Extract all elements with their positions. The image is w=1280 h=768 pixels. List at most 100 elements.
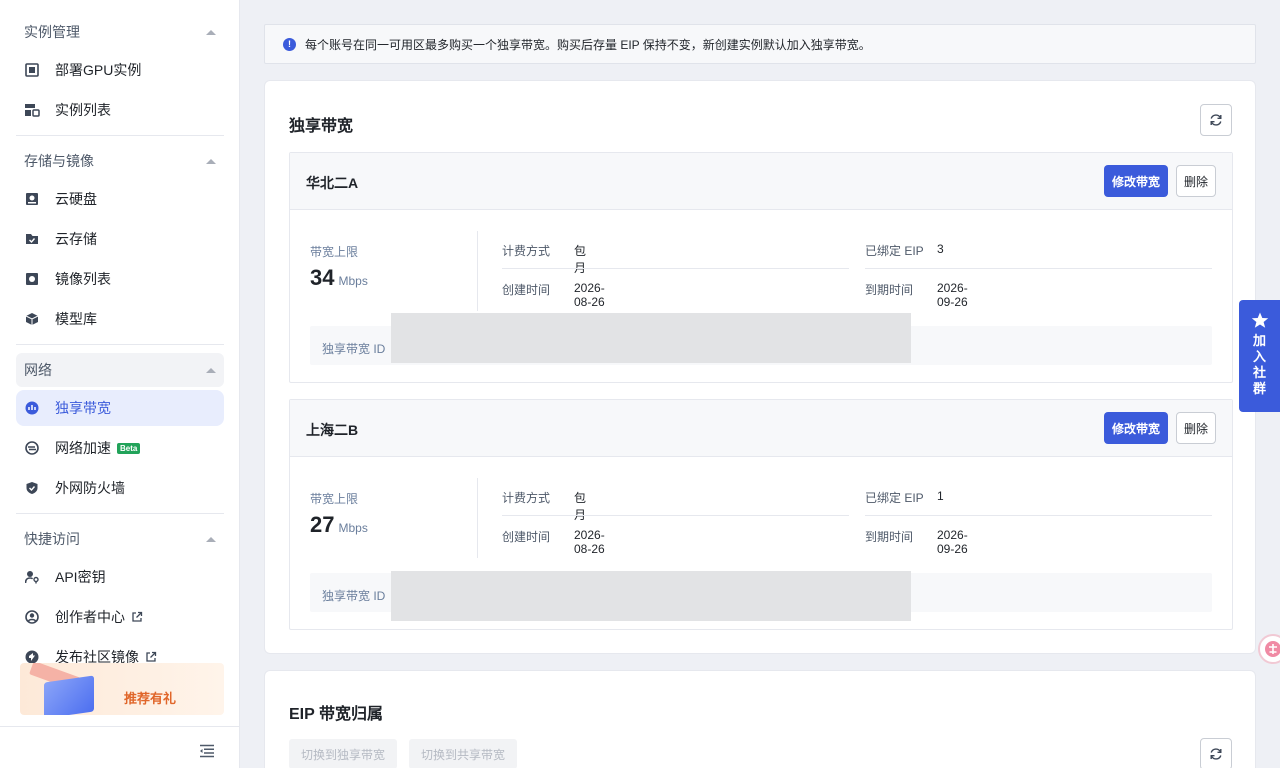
chevron-up-icon [206,29,216,35]
bandwidth-icon [24,400,40,416]
region-name: 上海二B [306,422,359,438]
expire-time: 到期时间 2026-09-26 [865,528,968,556]
card-title: 独享带宽 [289,118,354,135]
sidebar-item-label: 创作者中心 [55,609,125,625]
sidebar-item-firewall[interactable]: 外网防火墙 [16,470,224,506]
redacted-id [391,313,911,363]
eip-value: 3 [937,242,944,256]
sidebar-item-api-key[interactable]: API密钥 [16,559,224,595]
beta-badge: Beta [117,442,141,454]
sidebar-item-label: 镜像列表 [55,271,111,287]
bandwidth-number: 34 [310,265,335,290]
created-time: 创建时间 2026-08-26 [502,528,605,556]
sidebar-item-instance-list[interactable]: 实例列表 [16,92,224,128]
billing-value: 包月 [574,244,587,275]
group-title: 网络 [24,362,52,378]
notice-text: 每个账号在同一可用区最多购买一个独享带宽。购买后存量 EIP 保持不变，新创建实… [305,37,871,52]
group-title: 实例管理 [24,24,80,40]
community-label: 加入社群 [1252,333,1266,396]
region-panel: 华北二A 修改带宽 删除 带宽上限 34 Mbps 计费方式 包月 创建时间 20… [289,152,1233,383]
group-title: 快捷访问 [24,531,80,547]
region-name: 华北二A [306,175,359,191]
created-key: 创建时间 [502,283,551,297]
cube-icon [24,311,40,327]
sidebar-item-deploy-gpu[interactable]: 部署GPU实例 [16,52,224,88]
refresh-button[interactable] [1200,738,1232,768]
billing-key: 计费方式 [502,491,551,505]
chevron-up-icon [206,158,216,164]
created-time: 创建时间 2026-08-26 [502,281,605,309]
folder-icon [24,231,40,247]
server-icon [24,62,40,78]
bound-eip: 已绑定 EIP 1 [865,489,944,506]
card-title: EIP 带宽归属 [289,706,383,723]
group-quick-access[interactable]: 快捷访问 [16,522,224,556]
sidebar-item-exclusive-bandwidth[interactable]: 独享带宽 [16,390,224,426]
billing-key: 计费方式 [502,244,551,258]
sidebar-item-model-library[interactable]: 模型库 [16,301,224,337]
sidebar-item-network-acceleration[interactable]: 网络加速 Beta [16,430,224,466]
refresh-button[interactable] [1200,104,1232,136]
bandwidth-number: 27 [310,512,335,537]
modify-bandwidth-button[interactable]: 修改带宽 [1104,412,1168,444]
refresh-icon [1210,748,1222,760]
created-key: 创建时间 [502,530,551,544]
external-link-icon [131,611,143,623]
assistant-float-icon[interactable] [1258,634,1280,664]
group-storage-images[interactable]: 存储与镜像 [16,144,224,178]
switch-to-exclusive-button[interactable]: 切换到独享带宽 [289,739,398,768]
sidebar-item-label: API密钥 [55,569,106,585]
sidebar-item-cloud-storage[interactable]: 云存储 [16,221,224,257]
eip-value: 1 [937,489,944,503]
collapse-sidebar-icon[interactable] [199,744,215,758]
created-value: 2026-08-26 [574,281,605,309]
divider [865,515,1212,516]
bandwidth-limit-value: 27 Mbps [310,512,368,538]
star-icon [1251,312,1268,328]
notice-banner: ! 每个账号在同一可用区最多购买一个独享带宽。购买后存量 EIP 保持不变，新创… [264,24,1256,64]
bandwidth-limit-label: 带宽上限 [310,492,359,506]
divider [477,231,478,311]
sidebar-item-label: 云硬盘 [55,191,97,207]
region-header: 上海二B 修改带宽 删除 [290,400,1232,457]
sidebar-item-image-list[interactable]: 镜像列表 [16,261,224,297]
shield-icon [24,480,40,496]
join-community-button[interactable]: 加入社群 [1239,300,1280,412]
created-value: 2026-08-26 [574,528,605,556]
bandwidth-id-row: 独享带宽 ID [310,571,1212,621]
expire-value: 2026-09-26 [937,281,968,309]
exclusive-bandwidth-card: 独享带宽 华北二A 修改带宽 删除 带宽上限 34 Mbps 计费方式 包月 创建… [264,80,1256,654]
group-network[interactable]: 网络 [16,353,224,387]
modify-bandwidth-button[interactable]: 修改带宽 [1104,165,1168,197]
refresh-icon [1210,114,1222,126]
group-title: 存储与镜像 [24,153,94,169]
expire-time: 到期时间 2026-09-26 [865,281,968,309]
referral-promo-banner[interactable]: 推荐有礼 [20,663,224,715]
sidebar-item-label: 独享带宽 [55,400,111,416]
eip-bandwidth-card: EIP 带宽归属 切换到独享带宽 切换到共享带宽 [264,670,1256,768]
redacted-id [391,571,911,621]
bandwidth-id-row: 独享带宽 ID [310,313,1212,365]
promo-text: 推荐有礼 [124,691,177,706]
billing-method: 计费方式 包月 [502,242,586,275]
gift-icon [44,675,94,715]
group-instance-management[interactable]: 实例管理 [16,15,224,49]
sidebar-item-cloud-disk[interactable]: 云硬盘 [16,181,224,217]
delete-button[interactable]: 删除 [1176,165,1216,197]
image-icon [24,271,40,287]
billing-method: 计费方式 包月 [502,489,586,522]
sidebar-item-label: 云存储 [55,231,97,247]
delete-button[interactable]: 删除 [1176,412,1216,444]
chevron-up-icon [206,536,216,542]
disk-icon [24,191,40,207]
sidebar-item-creator-center[interactable]: 创作者中心 [16,599,224,635]
list-icon [24,102,40,118]
key-user-icon [24,569,40,585]
divider [16,135,224,136]
divider [16,513,224,514]
chevron-up-icon [206,367,216,373]
billing-value: 包月 [574,491,587,522]
user-circle-icon [24,609,40,625]
bandwidth-unit: Mbps [338,274,368,288]
switch-to-shared-button[interactable]: 切换到共享带宽 [409,739,518,768]
